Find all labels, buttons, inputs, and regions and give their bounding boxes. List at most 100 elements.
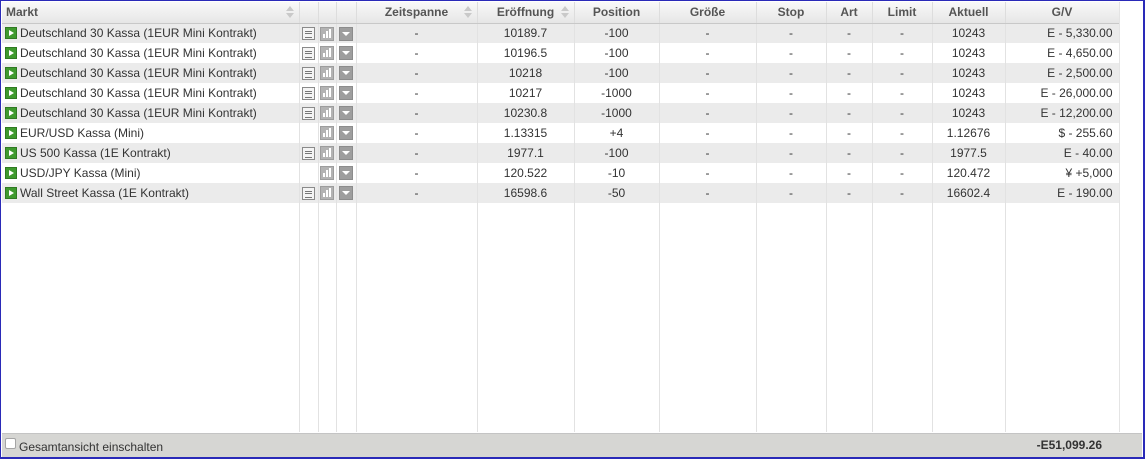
table-row[interactable]: EUR/USD Kassa (Mini) -1.13315 +4- - - -1.1267… <box>2 123 1120 143</box>
table-row[interactable]: Deutschland 30 Kassa (1EUR Mini Kontrakt… <box>2 43 1120 63</box>
market-cell[interactable]: Deutschland 30 Kassa (1EUR Mini Kontrakt… <box>2 83 300 103</box>
chart-icon[interactable] <box>320 46 334 61</box>
col-header-eroeffnung[interactable]: Eröffnung <box>477 2 575 24</box>
doc-icon[interactable] <box>302 67 315 81</box>
empty-cell <box>872 203 933 432</box>
dropdown-icon[interactable] <box>339 166 353 181</box>
dropdown-icon[interactable] <box>339 126 353 141</box>
col-header-groesse[interactable]: Größe <box>659 2 757 24</box>
col-header-position[interactable]: Position <box>574 2 660 24</box>
play-icon[interactable] <box>5 27 17 40</box>
dropdown-icon[interactable] <box>339 106 353 121</box>
market-cell[interactable]: Deutschland 30 Kassa (1EUR Mini Kontrakt… <box>2 23 300 43</box>
doc-cell <box>299 143 319 163</box>
col-header-art[interactable]: Art <box>826 2 873 24</box>
play-icon[interactable] <box>5 167 17 179</box>
table-row[interactable]: Deutschland 30 Kassa (1EUR Mini Kontrakt… <box>2 103 1120 123</box>
play-icon[interactable] <box>5 47 17 59</box>
dropdown-icon[interactable] <box>339 46 353 61</box>
market-cell[interactable]: US 500 Kassa (1E Kontrakt) <box>2 143 300 163</box>
play-icon[interactable] <box>5 67 17 79</box>
empty-cell <box>826 203 873 432</box>
doc-icon[interactable] <box>302 147 315 161</box>
market-cell[interactable]: Deutschland 30 Kassa (1EUR Mini Kontrakt… <box>2 63 300 83</box>
dropdown-icon[interactable] <box>339 186 353 201</box>
doc-icon[interactable] <box>302 27 315 41</box>
dropdown-icon[interactable] <box>339 146 353 161</box>
market-name[interactable]: Deutschland 30 Kassa (1EUR Mini Kontrakt… <box>20 26 257 40</box>
table-header: Markt Zeitspanne Eröffnung Position Größ… <box>2 2 1120 24</box>
menu-cell <box>336 123 357 143</box>
table-row[interactable]: Wall Street Kassa (1E Kontrakt) -16598.6-… <box>2 183 1120 203</box>
dropdown-icon[interactable] <box>339 26 353 41</box>
chart-icon[interactable] <box>320 66 334 81</box>
cell-gv: E - 12,200.00 <box>1005 103 1120 123</box>
market-cell[interactable]: Deutschland 30 Kassa (1EUR Mini Kontrakt… <box>2 43 300 63</box>
sort-icon[interactable] <box>463 5 473 19</box>
market-name[interactable]: EUR/USD Kassa (Mini) <box>20 126 144 140</box>
doc-cell <box>299 163 319 183</box>
chart-icon[interactable] <box>320 126 334 141</box>
menu-cell <box>336 43 357 63</box>
chart-icon[interactable] <box>320 186 334 201</box>
chart-icon[interactable] <box>320 166 334 181</box>
cell-gv: $ - 255.60 <box>1005 123 1120 143</box>
col-header-gv[interactable]: G/V <box>1005 2 1120 24</box>
market-cell[interactable]: EUR/USD Kassa (Mini) <box>2 123 300 143</box>
cell-limit: - <box>872 63 933 83</box>
sort-icon[interactable] <box>285 5 295 19</box>
market-name[interactable]: Deutschland 30 Kassa (1EUR Mini Kontrakt… <box>20 106 257 120</box>
table-row[interactable]: Deutschland 30 Kassa (1EUR Mini Kontrakt… <box>2 63 1120 83</box>
market-cell[interactable]: Wall Street Kassa (1E Kontrakt) <box>2 183 300 203</box>
market-name[interactable]: Deutschland 30 Kassa (1EUR Mini Kontrakt… <box>20 86 257 100</box>
col-header-stop[interactable]: Stop <box>756 2 827 24</box>
chart-icon[interactable] <box>320 146 334 161</box>
chart-cell <box>318 63 337 83</box>
market-name[interactable]: US 500 Kassa (1E Kontrakt) <box>20 146 171 160</box>
cell-position: -50 <box>574 183 660 203</box>
chart-icon[interactable] <box>320 86 334 101</box>
col-header-markt-label: Markt <box>6 5 39 20</box>
market-cell[interactable]: USD/JPY Kassa (Mini) <box>2 163 300 183</box>
doc-cell <box>299 183 319 203</box>
cell-stop: - <box>756 163 827 183</box>
doc-icon[interactable] <box>302 187 315 201</box>
col-header-aktuell[interactable]: Aktuell <box>932 2 1006 24</box>
market-name[interactable]: Deutschland 30 Kassa (1EUR Mini Kontrakt… <box>20 66 257 80</box>
table-row[interactable]: Deutschland 30 Kassa (1EUR Mini Kontrakt… <box>2 23 1120 43</box>
market-name[interactable]: Deutschland 30 Kassa (1EUR Mini Kontrakt… <box>20 46 257 60</box>
positions-window: Markt Zeitspanne Eröffnung Position Größ… <box>0 0 1145 459</box>
chart-cell <box>318 83 337 103</box>
cell-art: - <box>826 63 873 83</box>
doc-icon[interactable] <box>302 47 315 61</box>
sort-icon[interactable] <box>560 5 570 19</box>
doc-icon[interactable] <box>302 107 315 121</box>
market-name[interactable]: USD/JPY Kassa (Mini) <box>20 166 140 180</box>
col-header-zeitspanne[interactable]: Zeitspanne <box>356 2 478 24</box>
table-row[interactable]: USD/JPY Kassa (Mini) -120.522 -10- - - -120.4… <box>2 163 1120 183</box>
play-icon[interactable] <box>5 187 17 199</box>
market-name[interactable]: Wall Street Kassa (1E Kontrakt) <box>20 186 189 200</box>
cell-zeitspanne: - <box>356 123 478 143</box>
play-icon[interactable] <box>5 87 17 99</box>
market-cell[interactable]: Deutschland 30 Kassa (1EUR Mini Kontrakt… <box>2 103 300 123</box>
play-icon[interactable] <box>5 107 17 119</box>
overview-toggle-label[interactable]: Gesamtansicht einschalten <box>19 440 163 454</box>
doc-cell <box>299 23 319 43</box>
table-row[interactable]: Deutschland 30 Kassa (1EUR Mini Kontrakt… <box>2 83 1120 103</box>
col-header-limit[interactable]: Limit <box>872 2 933 24</box>
dropdown-icon[interactable] <box>339 66 353 81</box>
chart-icon[interactable] <box>320 106 334 121</box>
play-icon[interactable] <box>5 127 17 139</box>
empty-cell <box>2 203 300 432</box>
chart-icon[interactable] <box>320 26 334 41</box>
overview-checkbox[interactable] <box>5 438 16 449</box>
empty-cell <box>299 203 319 432</box>
menu-cell <box>336 163 357 183</box>
play-icon[interactable] <box>5 147 17 159</box>
doc-icon[interactable] <box>302 87 315 101</box>
dropdown-icon[interactable] <box>339 86 353 101</box>
col-header-markt[interactable]: Markt <box>2 2 300 24</box>
scrollbar[interactable] <box>1119 3 1141 431</box>
table-row[interactable]: US 500 Kassa (1E Kontrakt) -1977.1 -100- - -… <box>2 143 1120 163</box>
